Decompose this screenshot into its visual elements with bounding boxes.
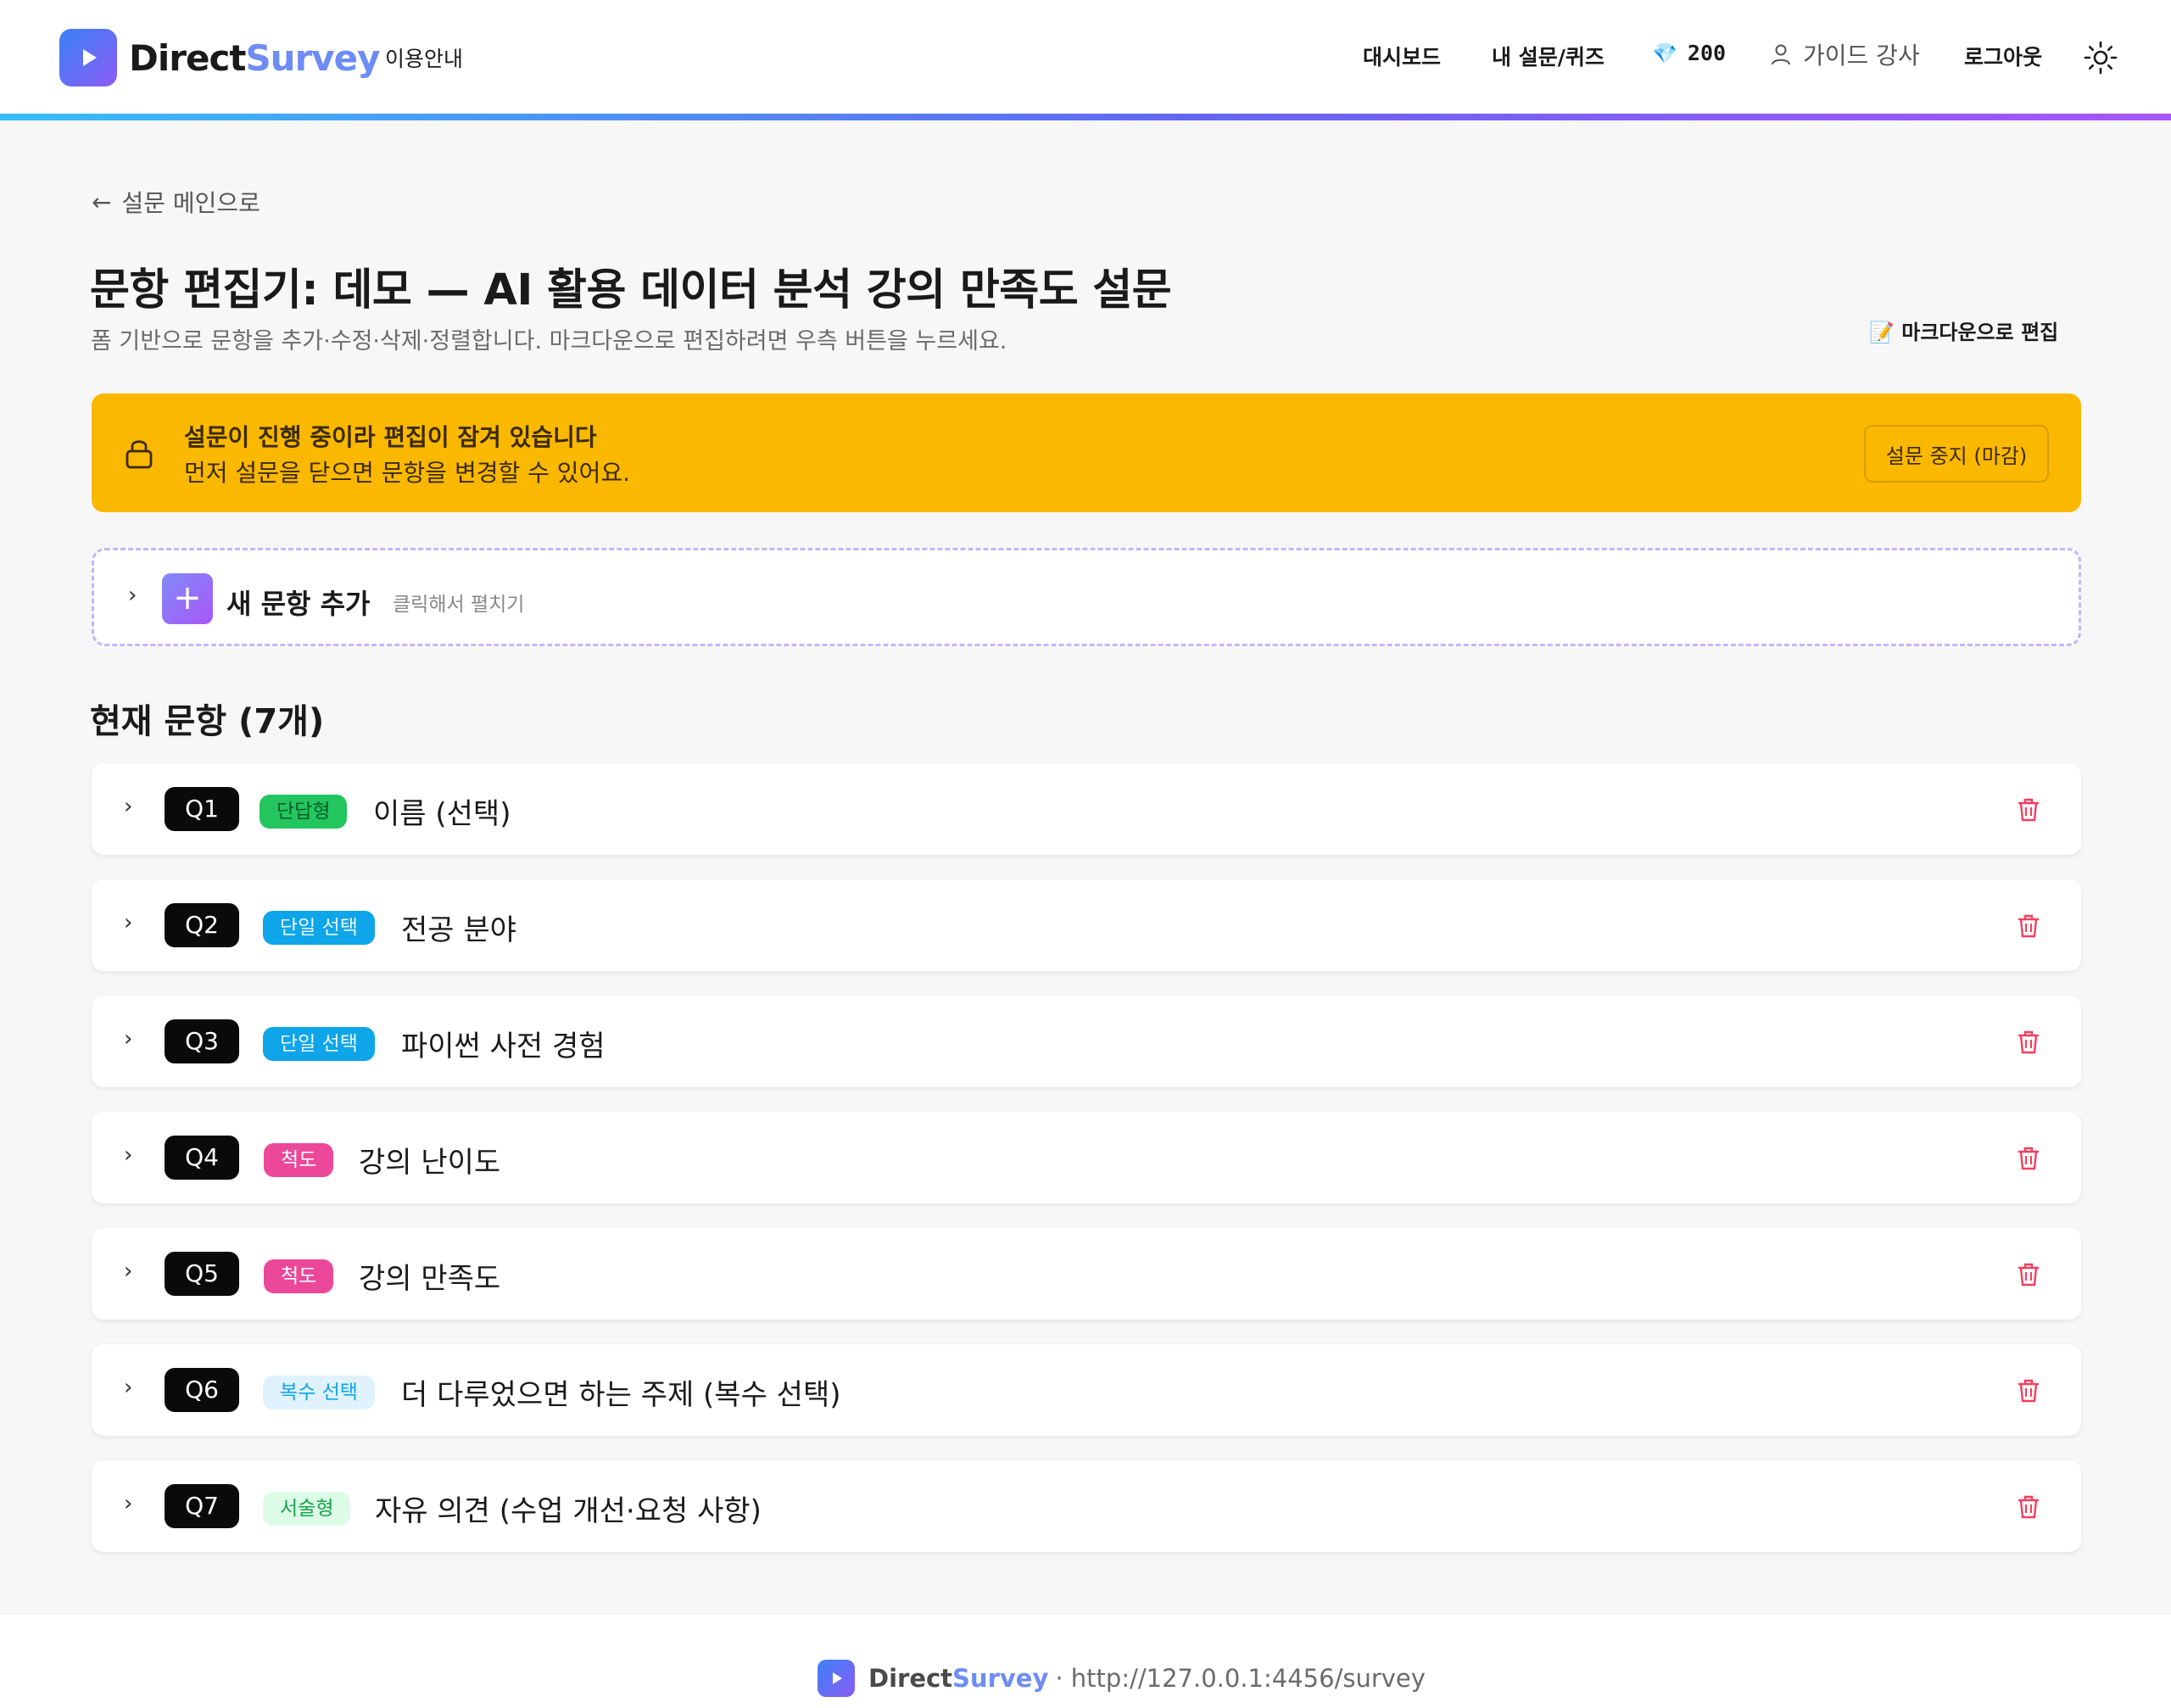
question-row[interactable]: › Q5 척도 강의 만족도 — [92, 1228, 2081, 1320]
question-type-badge: 단일 선택 — [263, 911, 375, 945]
footer-brand-name: DirectSurvey — [868, 1664, 1048, 1693]
question-row[interactable]: › Q2 단일 선택 전공 분야 — [92, 879, 2081, 971]
brand-name: DirectSurvey — [129, 36, 381, 79]
question-row[interactable]: › Q7 서술형 자유 의견 (수업 개선·요청 사항) — [92, 1460, 2081, 1552]
gem-icon: 💎 — [1652, 41, 1677, 65]
question-type-badge: 복수 선택 — [263, 1376, 375, 1409]
question-text: 강의 만족도 — [359, 1262, 501, 1296]
question-text: 파이썬 사전 경험 — [401, 1030, 606, 1063]
questions-section-title: 현재 문항 (7개) — [90, 702, 325, 741]
chevron-right-icon[interactable]: › — [124, 794, 132, 819]
question-number: Q3 — [165, 1019, 239, 1063]
question-row[interactable]: › Q6 복수 선택 더 다루었으면 하는 주제 (복수 선택) — [92, 1344, 2081, 1436]
brand-logo[interactable]: DirectSurvey — [59, 29, 381, 87]
theme-toggle-sun-icon[interactable] — [2084, 41, 2118, 75]
footer-url[interactable]: · http://127.0.0.1:4456/survey — [1055, 1664, 1426, 1693]
question-row[interactable]: › Q4 척도 강의 난이도 — [92, 1112, 2081, 1203]
question-row[interactable]: › Q1 단답형 이름 (선택) — [92, 763, 2081, 855]
question-number: Q6 — [165, 1368, 239, 1412]
page-title: 문항 편집기: 데모 — AI 활용 데이터 분석 강의 만족도 설문 — [90, 265, 1172, 315]
chevron-right-icon[interactable]: › — [124, 1259, 132, 1284]
footer-brand: DirectSurvey · http://127.0.0.1:4456/sur… — [818, 1660, 1426, 1697]
trash-icon[interactable] — [2017, 797, 2040, 823]
page-subtitle: 폼 기반으로 문항을 추가·수정·삭제·정렬합니다. 마크다운으로 편집하려면 … — [91, 328, 1007, 354]
logout-link[interactable]: 로그아웃 — [1964, 41, 2042, 71]
question-text: 자유 의견 (수업 개선·요청 사항) — [375, 1494, 762, 1528]
lock-banner-description: 먼저 설문을 닫으면 문항을 변경할 수 있어요. — [184, 459, 630, 487]
chevron-right-icon[interactable]: › — [124, 1026, 132, 1052]
chevron-right-icon[interactable]: › — [124, 1142, 132, 1168]
chevron-right-icon[interactable]: › — [124, 1491, 132, 1516]
trash-icon[interactable] — [2017, 1030, 2040, 1055]
question-text: 전공 분야 — [401, 913, 516, 947]
add-question-expander[interactable]: › + 새 문항 추가 클릭해서 펼치기 — [92, 548, 2081, 646]
question-text: 이름 (선택) — [373, 797, 511, 831]
question-number: Q4 — [165, 1136, 239, 1180]
question-text: 더 다루었으면 하는 주제 (복수 선택) — [401, 1378, 841, 1412]
trash-icon[interactable] — [2017, 1262, 2040, 1287]
markdown-edit-button[interactable]: 📝 마크다운으로 편집 — [1869, 315, 2058, 345]
user-icon — [1772, 44, 1790, 65]
chevron-right-icon: › — [128, 583, 137, 608]
user-menu[interactable]: 가이드 강사 — [1771, 37, 1920, 71]
question-text: 강의 난이도 — [359, 1146, 501, 1180]
arrow-left-icon: ← — [92, 187, 112, 216]
add-question-label: 새 문항 추가 — [226, 588, 371, 620]
brand-name-part1: Direct — [129, 36, 246, 79]
question-row[interactable]: › Q3 단일 선택 파이썬 사전 경험 — [92, 996, 2081, 1087]
nav-guide-link[interactable]: 이용안내 — [385, 42, 463, 73]
edit-locked-banner: 설문이 진행 중이라 편집이 잠겨 있습니다 먼저 설문을 닫으면 문항을 변경… — [92, 394, 2081, 512]
trash-icon[interactable] — [2017, 1378, 2040, 1404]
question-type-badge: 서술형 — [263, 1492, 351, 1526]
footer-brand-part2: Survey — [952, 1664, 1049, 1693]
chevron-right-icon[interactable]: › — [124, 910, 132, 935]
question-type-badge: 척도 — [264, 1143, 334, 1177]
question-number: Q1 — [165, 787, 239, 831]
question-type-badge: 단답형 — [260, 795, 348, 829]
back-link-label: 설문 메인으로 — [121, 189, 260, 217]
lock-icon — [126, 440, 153, 469]
page-footer: DirectSurvey · http://127.0.0.1:4456/sur… — [0, 1613, 2171, 1708]
user-name: 가이드 강사 — [1803, 42, 1920, 70]
nav-dashboard-link[interactable]: 대시보드 — [1363, 41, 1441, 71]
play-logo-icon — [59, 29, 117, 87]
back-to-survey-main-link[interactable]: ← 설문 메인으로 — [92, 185, 260, 219]
trash-icon[interactable] — [2017, 1494, 2040, 1520]
question-type-badge: 단일 선택 — [263, 1027, 375, 1061]
question-number: Q7 — [165, 1484, 239, 1528]
brand-name-part2: Survey — [245, 36, 380, 79]
header-accent-bar — [0, 114, 2171, 120]
lock-banner-title: 설문이 진행 중이라 편집이 잠겨 있습니다 — [184, 423, 597, 451]
chevron-right-icon[interactable]: › — [124, 1375, 132, 1400]
add-question-hint: 클릭해서 펼치기 — [393, 594, 525, 616]
trash-icon[interactable] — [2017, 1146, 2040, 1171]
play-logo-icon — [818, 1660, 855, 1697]
close-survey-button[interactable]: 설문 중지 (마감) — [1864, 425, 2049, 483]
question-type-badge: 척도 — [264, 1259, 334, 1293]
credits-count: 200 — [1687, 41, 1727, 65]
footer-brand-part1: Direct — [868, 1664, 953, 1693]
question-number: Q2 — [165, 903, 239, 947]
top-navbar: DirectSurvey 이용안내 대시보드 내 설문/퀴즈 💎 200 가이드… — [0, 0, 2171, 114]
credits-badge[interactable]: 💎 200 — [1652, 41, 1726, 65]
nav-my-surveys-link[interactable]: 내 설문/퀴즈 — [1492, 41, 1605, 71]
trash-icon[interactable] — [2017, 913, 2040, 939]
question-number: Q5 — [165, 1252, 239, 1296]
plus-icon: + — [162, 573, 213, 624]
